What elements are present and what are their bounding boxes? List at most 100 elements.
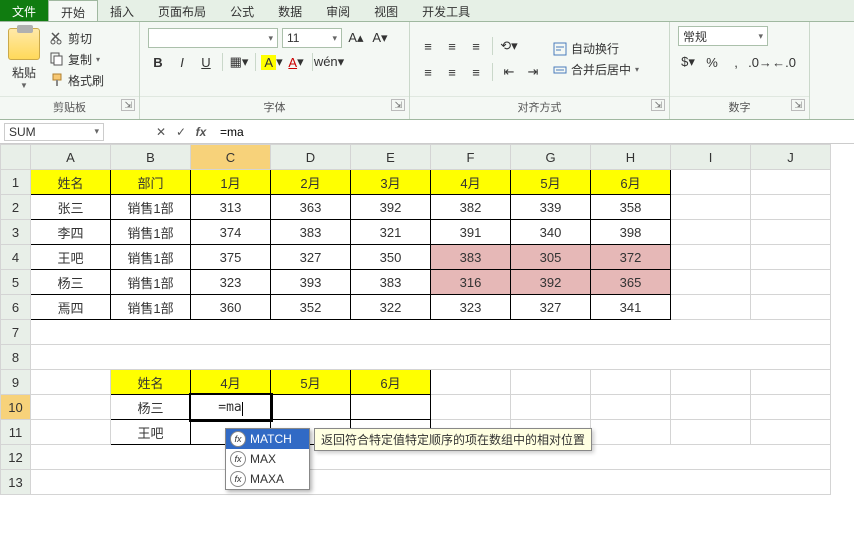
col-head-A[interactable]: A: [31, 145, 111, 170]
currency-button[interactable]: $▾: [678, 52, 698, 72]
cell[interactable]: [671, 195, 751, 220]
cell[interactable]: 销售1部: [111, 195, 191, 220]
cell[interactable]: [671, 420, 751, 445]
decrease-font-button[interactable]: A▾: [370, 28, 390, 48]
cell[interactable]: 杨三: [31, 270, 111, 295]
format-painter-button[interactable]: 格式刷: [46, 71, 108, 90]
cell[interactable]: [671, 170, 751, 195]
cell[interactable]: 3月: [351, 170, 431, 195]
cell[interactable]: [671, 295, 751, 320]
row-head-6[interactable]: 6: [1, 295, 31, 320]
cell[interactable]: 383: [431, 245, 511, 270]
cell[interactable]: 327: [511, 295, 591, 320]
cell[interactable]: 5月: [271, 370, 351, 395]
cell[interactable]: 313: [191, 195, 271, 220]
row-head-11[interactable]: 11: [1, 420, 31, 445]
increase-font-button[interactable]: A▴: [346, 28, 366, 48]
cell[interactable]: [751, 295, 831, 320]
col-head-H[interactable]: H: [591, 145, 671, 170]
cell[interactable]: 341: [591, 295, 671, 320]
align-left-button[interactable]: ≡: [418, 62, 438, 82]
number-format-combo[interactable]: 常规▾: [678, 26, 768, 46]
cell[interactable]: 372: [591, 245, 671, 270]
font-size-combo[interactable]: 11▾: [282, 28, 342, 48]
col-head-G[interactable]: G: [511, 145, 591, 170]
cell[interactable]: 4月: [191, 370, 271, 395]
tab-formulas[interactable]: 公式: [218, 0, 266, 21]
cell[interactable]: [271, 395, 351, 420]
cancel-formula-button[interactable]: ✕: [152, 123, 170, 141]
enter-formula-button[interactable]: ✓: [172, 123, 190, 141]
cell[interactable]: 王吧: [31, 245, 111, 270]
row-head-10[interactable]: 10: [1, 395, 31, 420]
cell[interactable]: 383: [351, 270, 431, 295]
cell[interactable]: 王吧: [111, 420, 191, 445]
row-head-8[interactable]: 8: [1, 345, 31, 370]
increase-decimal-button[interactable]: .0→: [750, 52, 770, 72]
cell[interactable]: 375: [191, 245, 271, 270]
cell[interactable]: [511, 370, 591, 395]
row-head-3[interactable]: 3: [1, 220, 31, 245]
cell[interactable]: 321: [351, 220, 431, 245]
orientation-button[interactable]: ⟲▾: [499, 36, 519, 56]
row-head-9[interactable]: 9: [1, 370, 31, 395]
cell[interactable]: [751, 170, 831, 195]
align-top-button[interactable]: ≡: [418, 36, 438, 56]
wrap-text-button[interactable]: 自动换行: [549, 39, 643, 58]
cell[interactable]: 姓名: [31, 170, 111, 195]
autocomplete-item-max[interactable]: fx MAX: [226, 449, 309, 469]
tab-file[interactable]: 文件: [0, 0, 48, 21]
cell[interactable]: 316: [431, 270, 511, 295]
cell-active-editing[interactable]: =ma: [191, 395, 271, 420]
font-family-combo[interactable]: ▾: [148, 28, 278, 48]
cell[interactable]: 392: [351, 195, 431, 220]
tab-data[interactable]: 数据: [266, 0, 314, 21]
cell[interactable]: [31, 345, 831, 370]
row-head-5[interactable]: 5: [1, 270, 31, 295]
italic-button[interactable]: I: [172, 52, 192, 72]
cell[interactable]: [751, 395, 831, 420]
cell[interactable]: [671, 370, 751, 395]
cell[interactable]: 350: [351, 245, 431, 270]
cell[interactable]: 部门: [111, 170, 191, 195]
cell[interactable]: 340: [511, 220, 591, 245]
row-head-13[interactable]: 13: [1, 470, 31, 495]
font-color-button[interactable]: A▾: [286, 52, 306, 72]
cell[interactable]: 339: [511, 195, 591, 220]
cell[interactable]: [751, 270, 831, 295]
row-head-4[interactable]: 4: [1, 245, 31, 270]
col-head-C[interactable]: C: [191, 145, 271, 170]
row-head-1[interactable]: 1: [1, 170, 31, 195]
cell[interactable]: [31, 470, 831, 495]
alignment-launcher[interactable]: ⇲: [651, 99, 665, 111]
tab-home[interactable]: 开始: [48, 0, 98, 21]
cell[interactable]: [591, 370, 671, 395]
formula-input[interactable]: [214, 125, 854, 139]
tab-view[interactable]: 视图: [362, 0, 410, 21]
comma-button[interactable]: ,: [726, 52, 746, 72]
cell[interactable]: 392: [511, 270, 591, 295]
underline-button[interactable]: U: [196, 52, 216, 72]
row-head-12[interactable]: 12: [1, 445, 31, 470]
paste-button[interactable]: 粘贴 ▼: [8, 28, 40, 90]
cell[interactable]: 358: [591, 195, 671, 220]
tab-insert[interactable]: 插入: [98, 0, 146, 21]
fill-color-button[interactable]: A▾: [262, 52, 282, 72]
cell[interactable]: 322: [351, 295, 431, 320]
cell[interactable]: 销售1部: [111, 270, 191, 295]
col-head-B[interactable]: B: [111, 145, 191, 170]
autocomplete-item-maxa[interactable]: fx MAXA: [226, 469, 309, 489]
cell[interactable]: [671, 270, 751, 295]
cell[interactable]: 393: [271, 270, 351, 295]
cell[interactable]: 1月: [191, 170, 271, 195]
tab-review[interactable]: 审阅: [314, 0, 362, 21]
cell[interactable]: 5月: [511, 170, 591, 195]
cell[interactable]: [751, 420, 831, 445]
col-head-F[interactable]: F: [431, 145, 511, 170]
insert-function-button[interactable]: fx: [192, 123, 210, 141]
cell[interactable]: 383: [271, 220, 351, 245]
tab-developer[interactable]: 开发工具: [410, 0, 482, 21]
cell[interactable]: [591, 395, 671, 420]
tab-page-layout[interactable]: 页面布局: [146, 0, 218, 21]
row-head-7[interactable]: 7: [1, 320, 31, 345]
